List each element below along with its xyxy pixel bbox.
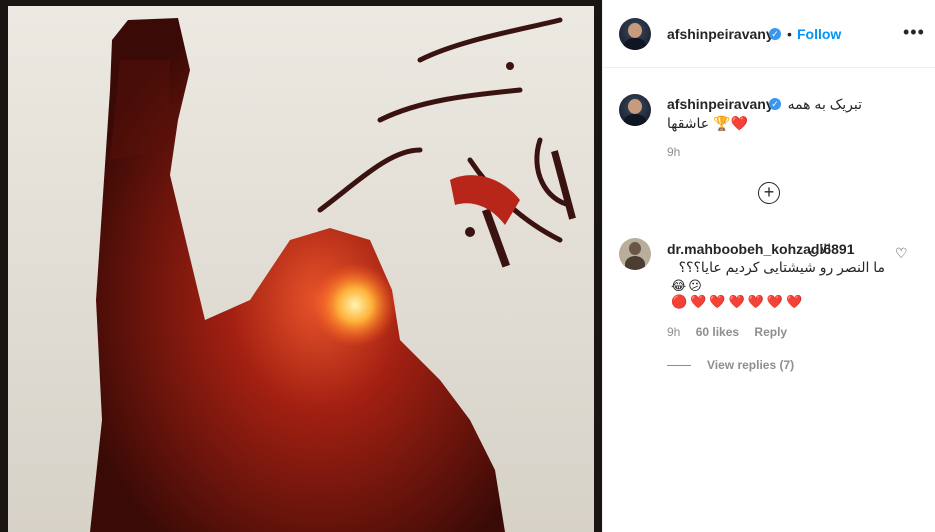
caption-author-avatar[interactable] [619,94,651,126]
poster-artwork [0,0,602,532]
comment-meta: 9h 60 likes Reply [667,325,799,339]
comment-like-heart-icon[interactable]: ♡ [895,245,908,262]
load-more-comments-button[interactable]: + [758,182,780,204]
follow-button[interactable]: Follow [797,26,841,42]
replies-divider-line [667,364,691,366]
caption-timestamp[interactable]: 9h [667,145,680,159]
comment-text-line2: ما النصر رو شیشتایی کردیم عایا؟؟؟ [678,259,885,275]
comment-text-line1: الان [809,241,832,257]
author-username[interactable]: afshinpeiravany [667,26,774,42]
comment-emoji-line1: 😂😕 [671,278,704,293]
comment-likes-count[interactable]: 60 likes [696,325,739,339]
caption-verified-badge-icon: ✓ [769,98,781,110]
post-header: afshinpeiravany ✓ • Follow ••• [603,0,935,68]
post-image[interactable] [0,0,602,532]
view-replies-label: View replies (7) [707,358,795,372]
comment-reply-button[interactable]: Reply [754,325,787,339]
caption-text-line2: عاشقها 🏆❤️ [667,115,748,131]
caption-username[interactable]: afshinpeiravany [667,96,774,112]
view-replies-button[interactable]: View replies (7) [667,358,794,372]
post-side-panel: afshinpeiravany ✓ • Follow ••• afshinpei… [602,0,935,532]
author-avatar[interactable] [619,18,651,50]
comment-emoji-line2: 🔴❤️❤️❤️❤️❤️❤️ [671,294,806,309]
commenter-avatar[interactable] [619,238,651,270]
comment-timestamp[interactable]: 9h [667,325,680,339]
more-options-icon[interactable]: ••• [903,22,925,43]
separator-dot: • [787,26,792,42]
verified-badge-icon: ✓ [769,28,781,40]
plus-circle-icon: + [763,182,775,202]
caption-text-line1: تبریک به همه [787,96,862,112]
